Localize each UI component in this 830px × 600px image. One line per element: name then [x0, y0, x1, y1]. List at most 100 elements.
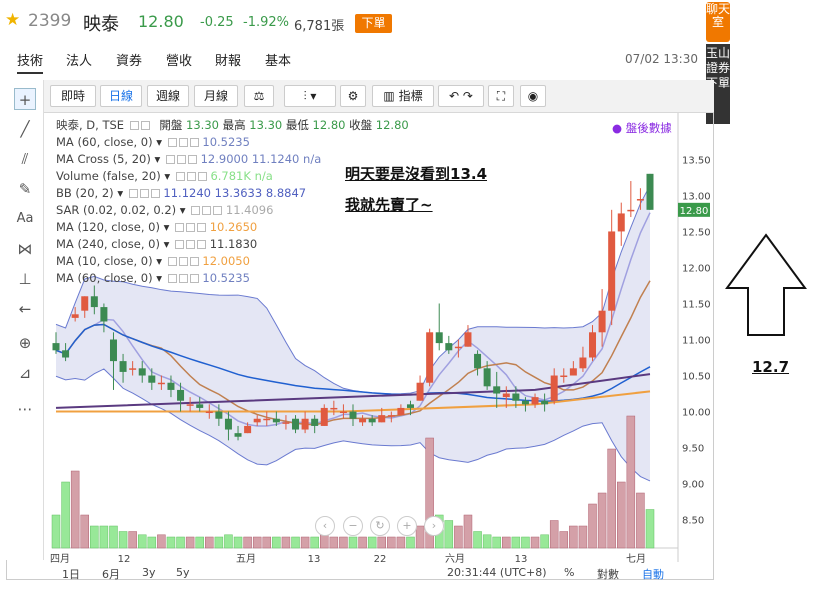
volume-bar — [588, 503, 597, 549]
legend-toggle-icon[interactable] — [176, 155, 186, 164]
volume-bar — [377, 536, 386, 549]
range-3y[interactable]: 3y — [142, 566, 156, 579]
volume-bar — [645, 509, 655, 549]
legend-toggle-icon[interactable] — [175, 240, 185, 249]
legend-toggle-icon[interactable] — [189, 274, 199, 283]
legend-toggle-icon[interactable] — [178, 138, 188, 147]
candle-body — [90, 296, 98, 308]
legend-toggle-icon[interactable] — [167, 257, 177, 266]
legend-toggle-icon[interactable] — [202, 206, 212, 215]
y-tick-label: 13.50 — [682, 155, 711, 166]
up-arrow-shape — [725, 233, 807, 336]
legend-row: MA (60, close, 0) ▾ 10.5235 — [56, 271, 250, 285]
legend-toggle-icon[interactable] — [189, 257, 199, 266]
candle-body — [234, 433, 242, 437]
legend-toggle-icon[interactable] — [186, 223, 196, 232]
legend-value: 11.1830 — [209, 237, 258, 251]
reset-icon[interactable]: ↻ — [370, 516, 390, 536]
candle-body — [109, 339, 117, 362]
volume-bar — [157, 534, 166, 549]
legend-toggle-icon[interactable] — [213, 206, 223, 215]
legend-toggle-icon[interactable] — [197, 240, 207, 249]
after-hours-toggle[interactable]: ● 盤後數據 — [612, 120, 672, 136]
legend-toggle-icon[interactable] — [178, 274, 188, 283]
y-tick-label: 13.00 — [682, 191, 711, 202]
legend-value: 10.2650 — [209, 220, 258, 234]
y-tick-label: 11.50 — [682, 299, 711, 310]
legend-row: MA (120, close, 0) ▾ 10.2650 — [56, 220, 258, 234]
candle-body — [292, 418, 300, 430]
legend-value: 10.5235 — [202, 271, 250, 285]
volume-bar — [51, 514, 61, 549]
log-toggle[interactable]: 對數 — [597, 566, 619, 582]
candle-body — [186, 404, 194, 406]
scroll-right-icon[interactable]: › — [424, 516, 444, 536]
legend-toggle-icon[interactable] — [197, 172, 207, 181]
legend-toggle-icon[interactable] — [178, 257, 188, 266]
legend-toggle-icon[interactable] — [197, 223, 207, 232]
range-1d[interactable]: 1日 — [62, 566, 80, 582]
candle-body — [119, 361, 127, 372]
scroll-left-icon[interactable]: ‹ — [315, 516, 335, 536]
candle-body — [62, 350, 70, 358]
candle-body — [253, 418, 261, 423]
percent-toggle[interactable]: % — [564, 566, 574, 579]
volume-bar — [444, 520, 454, 549]
legend-toggle-icon[interactable] — [167, 138, 177, 147]
after-hours-label: 盤後數據 — [625, 121, 672, 135]
volume-bar — [185, 536, 195, 549]
volume-bar — [617, 481, 626, 549]
candle-body — [636, 199, 644, 201]
legend-toggle-icon[interactable] — [187, 155, 197, 164]
legend-toggle-icon[interactable] — [128, 189, 138, 198]
legend-toggle-icon[interactable] — [167, 274, 177, 283]
candle-body — [71, 314, 79, 318]
volume-bar — [626, 415, 636, 549]
legend-label: MA (120, close, 0) — [56, 220, 160, 234]
range-6m[interactable]: 6月 — [102, 566, 120, 582]
volume-bar — [70, 470, 80, 549]
y-tick-label: 9.50 — [682, 444, 704, 455]
legend-label: MA Cross (5, 20) — [56, 152, 151, 166]
candle-body — [301, 418, 309, 430]
zoom-in-icon[interactable]: + — [397, 516, 417, 536]
legend-toggle-icon[interactable] — [186, 172, 196, 181]
legend-toggle-icon[interactable] — [186, 240, 196, 249]
legend-toggle-icon[interactable] — [140, 121, 150, 130]
candle-body — [464, 332, 472, 347]
volume-bar — [578, 525, 588, 549]
legend-label: MA (240, close, 0) — [56, 237, 160, 251]
candle-body — [483, 368, 491, 387]
volume-bar — [521, 536, 530, 549]
volume-bar — [540, 534, 549, 549]
range-5y[interactable]: 5y — [176, 566, 190, 579]
legend-toggle-icon[interactable] — [175, 172, 185, 181]
volume-bar — [99, 525, 109, 549]
volume-bar — [406, 536, 415, 549]
legend-title-row: 映泰, D, TSE 開盤 13.30 最高 13.30 最低 12.80 收盤… — [56, 117, 409, 134]
candle-body — [272, 418, 280, 423]
candle-body — [445, 343, 453, 351]
legend-value: 12.9000 11.1240 n/a — [200, 152, 322, 166]
auto-toggle[interactable]: 自動 — [642, 566, 664, 582]
legend-toggle-icon[interactable] — [191, 206, 201, 215]
candle-body — [378, 415, 386, 423]
volume-bar — [597, 492, 607, 549]
legend-value: 6.781K n/a — [210, 169, 273, 183]
candle-body — [560, 375, 568, 378]
legend-toggle-icon[interactable] — [165, 155, 175, 164]
volume-bar — [272, 536, 281, 549]
legend-toggle-icon[interactable] — [150, 189, 160, 198]
legend-toggle-icon[interactable] — [129, 121, 139, 130]
candle-body — [531, 397, 539, 405]
candle-body — [474, 353, 482, 369]
zoom-out-icon[interactable]: − — [343, 516, 363, 536]
candle-body — [52, 343, 60, 351]
legend-toggle-icon[interactable] — [139, 189, 149, 198]
legend-toggle-icon[interactable] — [189, 138, 199, 147]
volume-bar — [80, 514, 89, 549]
legend-toggle-icon[interactable] — [175, 223, 185, 232]
candlestick-chart[interactable]: 13.50 13.00 12.50 12.00 11.50 11.00 10.50 10.00… — [0, 0, 830, 600]
legend-label: MA (60, close, 0) — [56, 135, 153, 149]
bottom-bar: 1日 6月 3y 5y 20:31:44 (UTC+8) % 對數 自動 — [52, 564, 710, 582]
